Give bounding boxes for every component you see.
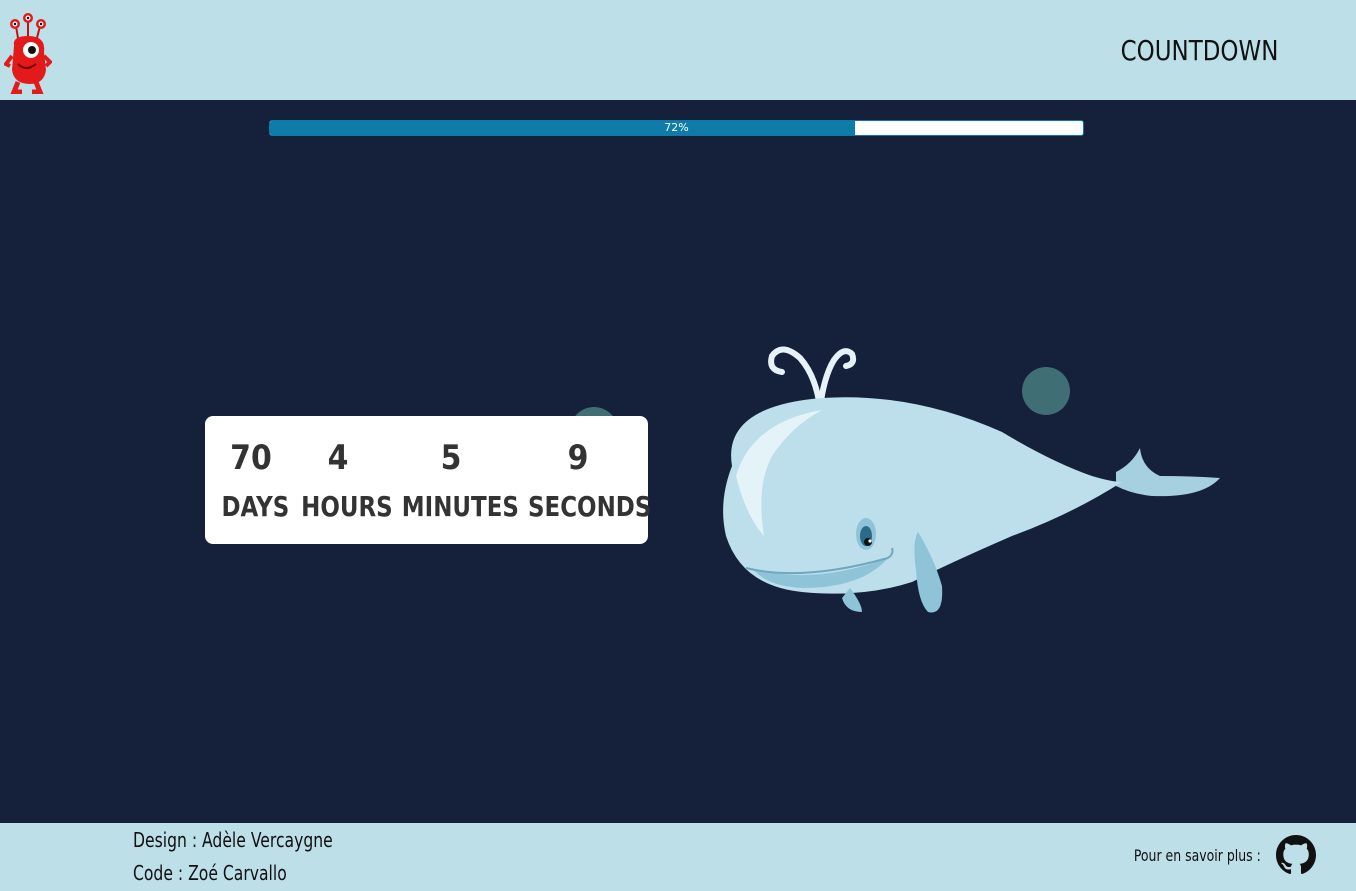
whale-icon — [723, 346, 1220, 613]
minutes-value: 5 — [440, 438, 462, 478]
seconds-value: 9 — [567, 438, 589, 478]
countdown-card: 70 DAYS 4 HOURS 5 MINUTES 9 SECONDS — [205, 416, 652, 544]
code-credit: Code : Zoé Carvallo — [133, 861, 287, 885]
minutes-label: MINUTES — [401, 490, 519, 523]
github-icon[interactable] — [1276, 835, 1316, 875]
learn-more-label: Pour en savoir plus : — [1134, 846, 1261, 865]
red-monster-logo-icon[interactable] — [4, 12, 52, 94]
progress-label: 72% — [664, 121, 689, 134]
design-credit: Design : Adèle Vercaygne — [133, 828, 333, 852]
hours-label: HOURS — [301, 490, 393, 523]
footer: Design : Adèle Vercaygne Code : Zoé Carv… — [0, 823, 1356, 891]
hours-value: 4 — [327, 438, 349, 478]
days-value: 70 — [230, 438, 272, 478]
header: COUNTDOWN — [0, 0, 1356, 100]
page-title: COUNTDOWN — [1120, 34, 1278, 67]
seconds-label: SECONDS — [527, 490, 652, 523]
progress-bar: 72% — [269, 120, 1084, 136]
days-label: DAYS — [221, 490, 290, 523]
